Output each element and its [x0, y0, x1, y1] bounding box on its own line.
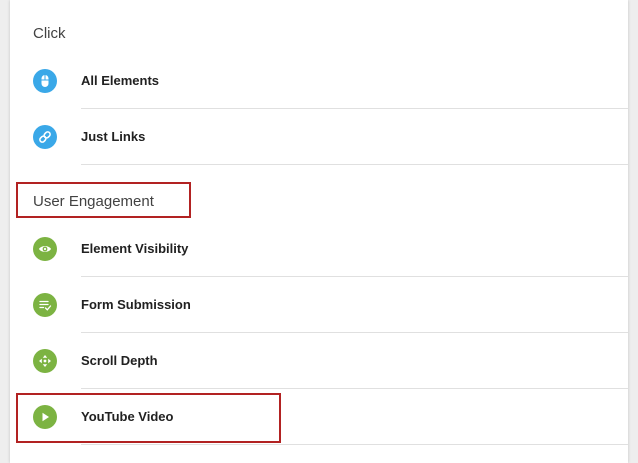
section-header-click: Click — [33, 25, 66, 42]
divider — [81, 444, 628, 445]
trigger-item-label: Element Visibility — [81, 241, 189, 256]
section-header-user-engagement: User Engagement — [33, 193, 154, 210]
form-check-icon — [33, 293, 57, 317]
divider — [81, 164, 628, 165]
eye-icon — [33, 237, 57, 261]
trigger-item-form-submission[interactable]: Form Submission — [10, 277, 628, 333]
link-icon — [33, 125, 57, 149]
trigger-item-label: Scroll Depth — [81, 353, 158, 368]
trigger-item-just-links[interactable]: Just Links — [10, 109, 628, 165]
mouse-icon — [33, 69, 57, 93]
trigger-item-scroll-depth[interactable]: Scroll Depth — [10, 333, 628, 389]
trigger-item-label: YouTube Video — [81, 409, 174, 424]
play-icon — [33, 405, 57, 429]
trigger-item-element-visibility[interactable]: Element Visibility — [10, 221, 628, 277]
trigger-item-youtube-video[interactable]: YouTube Video — [10, 389, 628, 445]
trigger-item-all-elements[interactable]: All Elements — [10, 53, 628, 109]
trigger-type-panel: Click All Elements Just Links User Engag… — [10, 0, 628, 463]
move-arrows-icon — [33, 349, 57, 373]
trigger-item-label: Form Submission — [81, 297, 191, 312]
trigger-item-label: Just Links — [81, 129, 146, 144]
trigger-item-label: All Elements — [81, 73, 160, 88]
